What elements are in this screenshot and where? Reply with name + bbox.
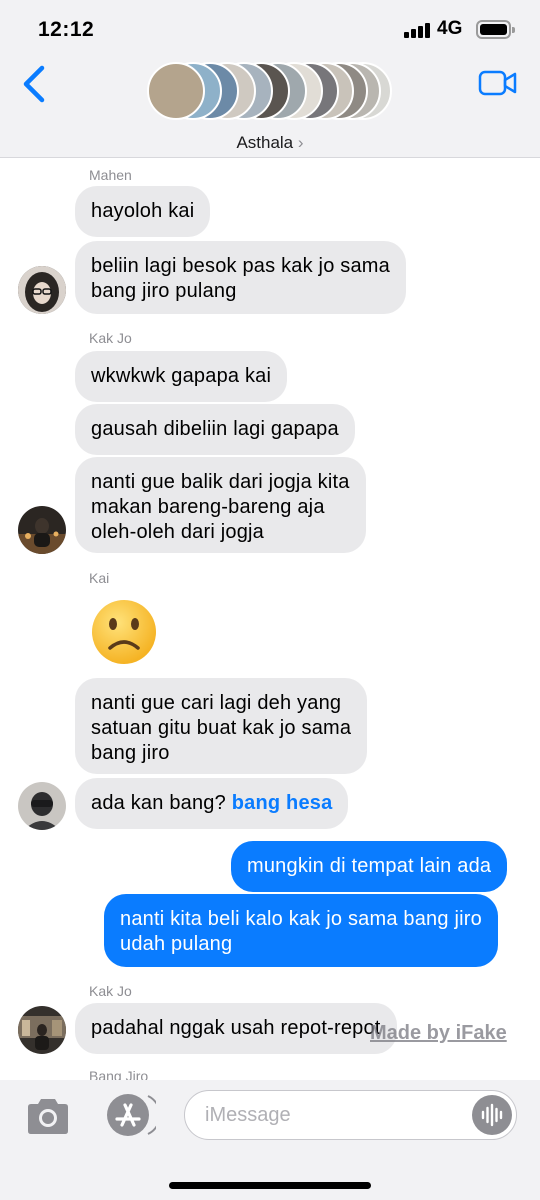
group-avatar-stack[interactable] <box>145 60 395 124</box>
network-type: 4G <box>437 18 463 39</box>
sender-name: Bang Jiro <box>89 1068 149 1080</box>
sender-name: Kai <box>89 570 110 586</box>
back-chevron-icon[interactable] <box>18 64 52 104</box>
audio-message-button[interactable] <box>472 1095 512 1135</box>
mention-link[interactable]: bang hesa <box>232 792 333 814</box>
conversation-header: Asthala › <box>0 52 540 158</box>
group-name-label: Asthala <box>236 133 294 152</box>
incoming-message-bubble[interactable]: padahal nggak usah repot-repot <box>75 1003 397 1054</box>
incoming-message-bubble[interactable]: nanti gue cari lagi deh yang satuan gitu… <box>75 678 368 774</box>
app-store-icon[interactable] <box>100 1093 156 1137</box>
sender-name: Kak Jo <box>89 983 132 999</box>
clock: 12:12 <box>38 18 95 41</box>
sender-avatar[interactable] <box>18 506 66 554</box>
incoming-message-bubble[interactable]: hayoloh kai <box>75 186 211 237</box>
sender-name: Mahen <box>89 167 132 183</box>
incoming-message-bubble[interactable]: beliin lagi besok pas kak jo sama bang j… <box>75 241 406 314</box>
incoming-message-bubble[interactable]: ada kan bang? bang hesa <box>75 778 349 829</box>
status-bar: 12:12 4G <box>0 0 540 52</box>
sender-name: Kak Jo <box>89 330 132 346</box>
home-indicator[interactable] <box>169 1182 371 1189</box>
incoming-message-bubble[interactable]: gausah dibeliin lagi gapapa <box>75 404 355 455</box>
watermark: Made by iFake <box>370 1022 507 1044</box>
incoming-message-bubble[interactable]: wkwkwk gapapa kai <box>75 351 288 402</box>
message-input-placeholder: iMessage <box>205 1104 291 1126</box>
battery-icon <box>476 20 515 39</box>
chevron-right-icon: › <box>297 133 304 152</box>
compose-bar: iMessage <box>0 1080 540 1200</box>
video-camera-icon[interactable] <box>478 68 518 98</box>
sender-avatar[interactable] <box>18 266 66 314</box>
camera-icon[interactable] <box>24 1097 72 1137</box>
outgoing-message-bubble[interactable]: mungkin di tempat lain ada <box>231 841 508 892</box>
slightly-frowning-face-emoji[interactable] <box>90 598 158 666</box>
incoming-message-bubble[interactable]: nanti gue balik dari jogja kita makan ba… <box>75 457 366 553</box>
message-list[interactable]: Mahen hayoloh kai beliin lagi besok pas … <box>0 158 540 1080</box>
sender-avatar[interactable] <box>18 1006 66 1054</box>
sender-avatar[interactable] <box>18 782 66 830</box>
message-input[interactable]: iMessage <box>184 1090 517 1140</box>
cellular-signal-icon <box>404 22 431 38</box>
group-name[interactable]: Asthala › <box>0 133 540 153</box>
audio-waveform-icon <box>481 1103 503 1127</box>
outgoing-message-bubble[interactable]: nanti kita beli kalo kak jo sama bang ji… <box>104 894 498 967</box>
